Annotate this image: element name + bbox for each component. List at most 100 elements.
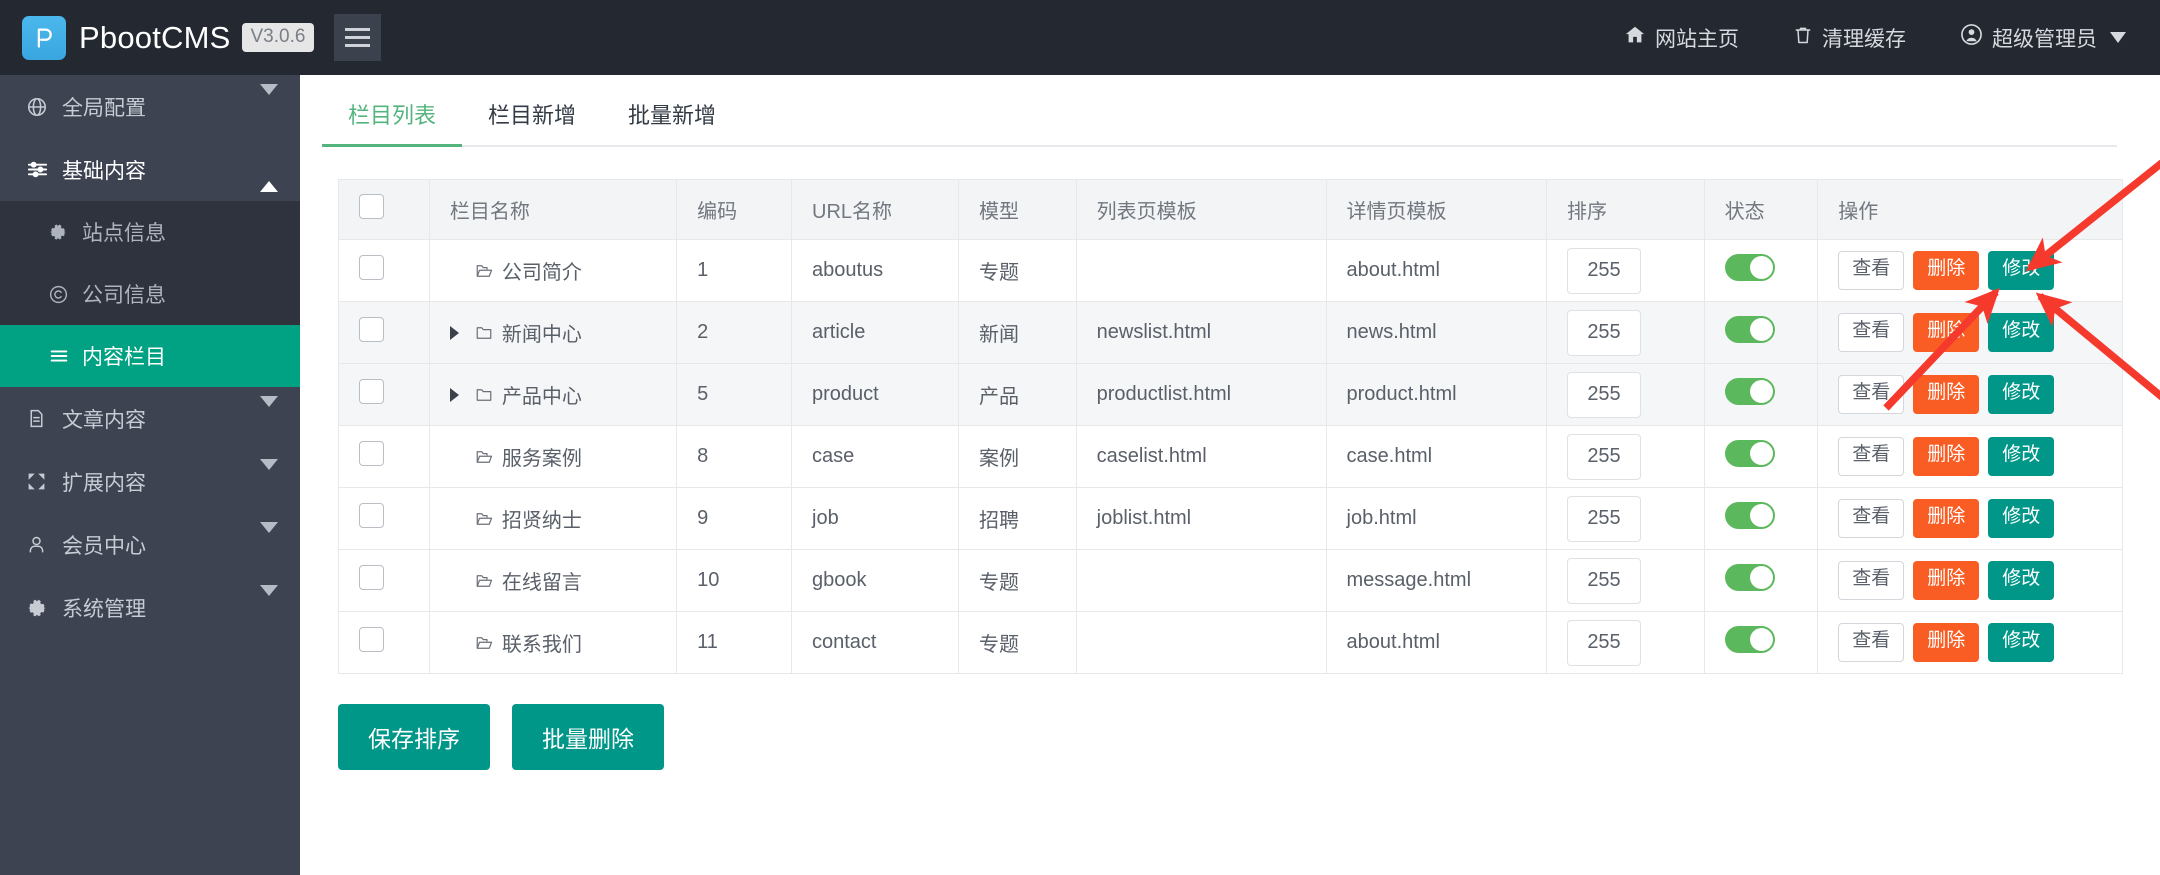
view-button[interactable]: 查看 [1838, 251, 1905, 290]
row-checkbox[interactable] [359, 317, 384, 342]
status-toggle[interactable] [1724, 378, 1775, 405]
sidebar-item-basic-content[interactable]: 基础内容 [0, 138, 300, 201]
col-header-status[interactable]: 状态 [1703, 179, 1819, 240]
cell-operations: 查看 删除 修改 [1817, 301, 2123, 364]
cell-model: 招聘 [958, 487, 1077, 550]
row-checkbox[interactable] [359, 441, 384, 466]
cell-order [1546, 549, 1705, 612]
edit-button[interactable]: 修改 [1988, 499, 2055, 538]
status-toggle[interactable] [1724, 316, 1775, 343]
cell-code: 10 [676, 549, 792, 612]
cell-column-name: 产品中心 [428, 363, 678, 426]
folder-open-icon [474, 262, 494, 280]
order-input[interactable] [1567, 619, 1641, 666]
sidebar-label-company-info: 公司信息 [82, 284, 166, 307]
columns-table-container: 栏目名称 编码 URL名称 模型 列表页模板 详情页模板 排序 状态 操作 公司… [338, 179, 2123, 674]
topnav-clear-cache[interactable]: 清理缓存 [1793, 23, 1906, 53]
select-all-cell [338, 179, 430, 240]
cell-model: 专题 [958, 611, 1077, 674]
col-header-operations[interactable]: 操作 [1817, 179, 2123, 240]
col-header-order[interactable]: 排序 [1546, 179, 1705, 240]
view-button[interactable]: 查看 [1838, 313, 1905, 352]
save-order-button[interactable]: 保存排序 [338, 704, 490, 770]
sidebar-item-content-columns[interactable]: 内容栏目 [0, 325, 300, 387]
top-header-bar: PbootCMS V3.0.6 网站主页 清理缓存 超级管理员 [0, 0, 2160, 75]
view-button[interactable]: 查看 [1838, 437, 1905, 476]
col-header-detail-template[interactable]: 详情页模板 [1325, 179, 1548, 240]
tab-column-add[interactable]: 栏目新增 [462, 98, 602, 145]
delete-button[interactable]: 删除 [1913, 375, 1980, 414]
delete-button[interactable]: 删除 [1913, 623, 1980, 662]
delete-button[interactable]: 删除 [1913, 499, 1980, 538]
edit-button[interactable]: 修改 [1988, 375, 2055, 414]
row-checkbox[interactable] [359, 503, 384, 528]
cell-list-template: caselist.html [1075, 425, 1327, 488]
sidebar-item-global-config[interactable]: 全局配置 [0, 75, 300, 138]
col-header-name[interactable]: 栏目名称 [428, 179, 678, 240]
delete-button[interactable]: 删除 [1913, 313, 1980, 352]
delete-button[interactable]: 删除 [1913, 251, 1980, 290]
select-all-checkbox[interactable] [359, 194, 384, 219]
cell-status [1703, 487, 1819, 550]
order-input[interactable] [1567, 309, 1641, 356]
topnav-site-home[interactable]: 网站主页 [1624, 23, 1739, 53]
status-toggle[interactable] [1724, 626, 1775, 653]
cell-order [1546, 611, 1705, 674]
row-select-cell [338, 363, 430, 426]
order-input[interactable] [1567, 433, 1641, 480]
row-checkbox[interactable] [359, 565, 384, 590]
view-button[interactable]: 查看 [1838, 561, 1905, 600]
edit-button[interactable]: 修改 [1988, 561, 2055, 600]
view-button[interactable]: 查看 [1838, 499, 1905, 538]
topnav-user-menu[interactable]: 超级管理员 [1960, 23, 2126, 53]
delete-button[interactable]: 删除 [1913, 561, 1980, 600]
delete-button[interactable]: 删除 [1913, 437, 1980, 476]
col-header-model[interactable]: 模型 [958, 179, 1077, 240]
main-content: 栏目列表 栏目新增 批量新增 栏目名称 编码 URL名称 模型 列表页模板 详情… [300, 75, 2160, 875]
sidebar-item-company-info[interactable]: 公司信息 [0, 263, 300, 325]
order-input[interactable] [1567, 557, 1641, 604]
folder-closed-icon [474, 386, 494, 404]
order-input[interactable] [1567, 495, 1641, 542]
sidebar-item-member-center[interactable]: 会员中心 [0, 513, 300, 576]
tab-batch-add[interactable]: 批量新增 [602, 98, 742, 145]
sidebar-item-site-info[interactable]: 站点信息 [0, 201, 300, 263]
col-header-url[interactable]: URL名称 [790, 179, 960, 240]
col-header-code[interactable]: 编码 [676, 179, 792, 240]
status-toggle[interactable] [1724, 564, 1775, 591]
status-toggle[interactable] [1724, 254, 1775, 281]
sidebar-item-article-content[interactable]: 文章内容 [0, 387, 300, 450]
row-select-cell [338, 611, 430, 674]
bottom-action-bar: 保存排序 批量删除 [338, 704, 2160, 770]
row-checkbox[interactable] [359, 627, 384, 652]
sidebar-group-basic-content: 基础内容 站点信息 公司信息 内容栏目 [0, 138, 300, 387]
order-input[interactable] [1567, 247, 1641, 294]
expand-toggle[interactable] [449, 387, 466, 402]
view-button[interactable]: 查看 [1838, 375, 1905, 414]
sidebar-item-system-management[interactable]: 系统管理 [0, 576, 300, 639]
cell-code: 2 [676, 301, 792, 364]
folder-closed-icon [474, 324, 494, 342]
edit-button[interactable]: 修改 [1988, 251, 2055, 290]
sidebar-group-article-content: 文章内容 [0, 387, 300, 450]
status-toggle[interactable] [1724, 440, 1775, 467]
batch-delete-button[interactable]: 批量删除 [512, 704, 664, 770]
edit-button[interactable]: 修改 [1988, 623, 2055, 662]
cell-list-template [1075, 549, 1327, 612]
col-header-list-template[interactable]: 列表页模板 [1075, 179, 1327, 240]
row-checkbox[interactable] [359, 379, 384, 404]
expand-toggle[interactable] [449, 325, 466, 340]
cell-column-name: 公司简介 [428, 239, 678, 302]
sidebar-item-extension-content[interactable]: 扩展内容 [0, 450, 300, 513]
sidebar-toggle-button[interactable] [334, 14, 382, 61]
row-checkbox[interactable] [359, 255, 384, 280]
edit-button[interactable]: 修改 [1988, 313, 2055, 352]
edit-button[interactable]: 修改 [1988, 437, 2055, 476]
order-input[interactable] [1567, 371, 1641, 418]
column-name-label: 新闻中心 [501, 324, 582, 346]
view-button[interactable]: 查看 [1838, 623, 1905, 662]
status-toggle[interactable] [1724, 502, 1775, 529]
cell-order [1546, 363, 1705, 426]
gear-icon [48, 222, 82, 242]
tab-column-list[interactable]: 栏目列表 [322, 98, 463, 147]
